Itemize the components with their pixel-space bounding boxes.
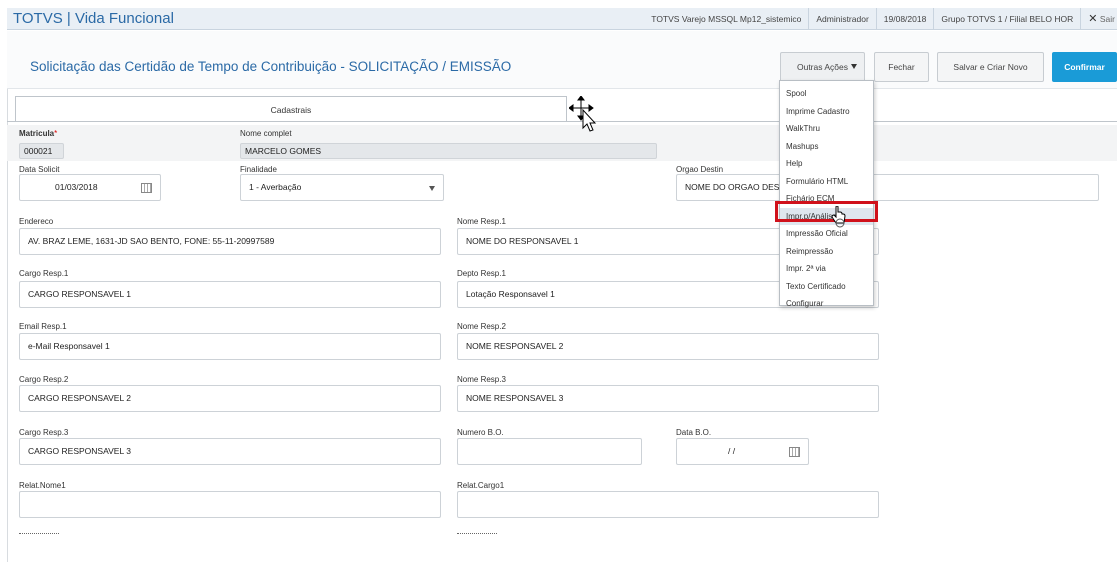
session-info: TOTVS Varejo MSSQL Mp12_sistemico Admini… (644, 8, 1117, 30)
data-bo-label: Data B.O. (676, 428, 712, 437)
page-title: Solicitação das Certidão de Tempo de Con… (30, 59, 512, 74)
nome-completo-field: MARCELO GOMES (240, 143, 657, 159)
menu-item[interactable]: Impressão Oficial (780, 225, 873, 243)
orgao-destin-field[interactable]: NOME DO ORGAO DESTI (676, 174, 1099, 201)
matricula-label: Matricula* (19, 129, 58, 138)
menu-item[interactable]: Configurar (780, 295, 873, 313)
page-left-border (7, 31, 8, 562)
data-solicit-field[interactable]: 01/03/2018 (19, 174, 161, 201)
calendar-icon[interactable] (789, 447, 800, 457)
cargo-resp2-label: Cargo Resp.2 (19, 375, 69, 384)
other-actions-label: Outras Ações (796, 62, 849, 72)
depto-resp1-label: Depto Resp.1 (457, 269, 506, 278)
other-actions-button[interactable]: Outras Ações (780, 52, 865, 82)
menu-item[interactable]: WalkThru (780, 120, 873, 138)
nome-resp2-label: Nome Resp.2 (457, 322, 506, 331)
tab-divider (7, 121, 1117, 122)
cutoff-label (19, 533, 59, 536)
menu-item[interactable]: Help (780, 155, 873, 173)
save-and-new-button[interactable]: Salvar e Criar Novo (937, 52, 1044, 82)
relat-nome1-label: Relat.Nome1 (19, 481, 66, 490)
menu-item[interactable]: Formulário HTML (780, 173, 873, 191)
cutoff-label (457, 533, 497, 536)
numero-bo-label: Numero B.O. (457, 428, 504, 437)
data-bo-field[interactable]: / / (676, 438, 809, 465)
nome-resp2-field[interactable]: NOME RESPONSAVEL 2 (457, 333, 879, 360)
nome-completo-label: Nome complet (240, 129, 292, 138)
menu-item[interactable]: Reimpressão (780, 243, 873, 261)
nome-resp3-field[interactable]: NOME RESPONSAVEL 3 (457, 385, 879, 412)
hand-cursor-icon (831, 206, 846, 228)
menu-item[interactable]: Impr. 2ª via (780, 260, 873, 278)
close-icon: ✕ (1088, 13, 1098, 25)
orgao-destin-label: Orgao Destin (676, 165, 724, 174)
logout-button[interactable]: ✕ Sair (1080, 8, 1117, 30)
nome-resp1-label: Nome Resp.1 (457, 217, 506, 226)
page-header: Solicitação das Certidão de Tempo de Con… (7, 31, 1117, 89)
menu-item[interactable]: Mashups (780, 138, 873, 156)
relat-cargo1-label: Relat.Cargo1 (457, 481, 505, 490)
finalidade-select[interactable]: 1 - Averbação (240, 174, 444, 201)
cargo-resp3-field[interactable]: CARGO RESPONSAVEL 3 (19, 438, 441, 465)
email-resp1-label: Email Resp.1 (19, 322, 67, 331)
other-actions-menu: Spool Imprime Cadastro WalkThru Mashups Help… (779, 80, 874, 308)
matricula-field: 000021 (19, 143, 64, 159)
chevron-down-icon (429, 186, 435, 191)
cargo-resp2-field[interactable]: CARGO RESPONSAVEL 2 (19, 385, 441, 412)
tab-cadastrais[interactable]: Cadastrais (15, 96, 567, 122)
chevron-down-icon (851, 64, 857, 69)
user-label[interactable]: Administrador (808, 8, 875, 30)
menu-item[interactable]: Spool (780, 85, 873, 103)
cargo-resp1-label: Cargo Resp.1 (19, 269, 69, 278)
email-resp1-field[interactable]: e-Mail Responsavel 1 (19, 333, 441, 360)
endereco-label: Endereco (19, 217, 54, 226)
numero-bo-field[interactable] (457, 438, 642, 465)
confirm-button[interactable]: Confirmar (1052, 52, 1117, 82)
logout-label: Sair (1099, 14, 1115, 24)
data-solicit-label: Data Solicit (19, 165, 60, 174)
environment-label[interactable]: TOTVS Varejo MSSQL Mp12_sistemico (644, 8, 808, 30)
cargo-resp1-field[interactable]: CARGO RESPONSAVEL 1 (19, 281, 441, 308)
menu-item[interactable]: Texto Certificado (780, 278, 873, 296)
finalidade-value: 1 - Averbação (249, 182, 302, 192)
data-solicit-value: 01/03/2018 (55, 182, 98, 192)
branch-label[interactable]: Grupo TOTVS 1 / Filial BELO HOR (933, 8, 1080, 30)
top-bar: TOTVS | Vida Funcional TOTVS Varejo MSSQ… (7, 8, 1117, 30)
relat-nome1-field[interactable] (19, 491, 441, 518)
highlight-box (775, 201, 878, 222)
nome-resp3-label: Nome Resp.3 (457, 375, 506, 384)
data-bo-value: / / (728, 446, 736, 456)
close-button[interactable]: Fechar (874, 52, 929, 82)
menu-item[interactable]: Imprime Cadastro (780, 103, 873, 121)
move-cursor-icon (569, 96, 597, 132)
relat-cargo1-field[interactable] (457, 491, 879, 518)
calendar-icon[interactable] (141, 183, 152, 193)
endereco-field[interactable]: AV. BRAZ LEME, 1631-JD SAO BENTO, FONE: … (19, 228, 441, 255)
app-title: TOTVS | Vida Funcional (13, 10, 174, 27)
cargo-resp3-label: Cargo Resp.3 (19, 428, 69, 437)
date-label[interactable]: 19/08/2018 (875, 8, 934, 30)
finalidade-label: Finalidade (240, 165, 277, 174)
